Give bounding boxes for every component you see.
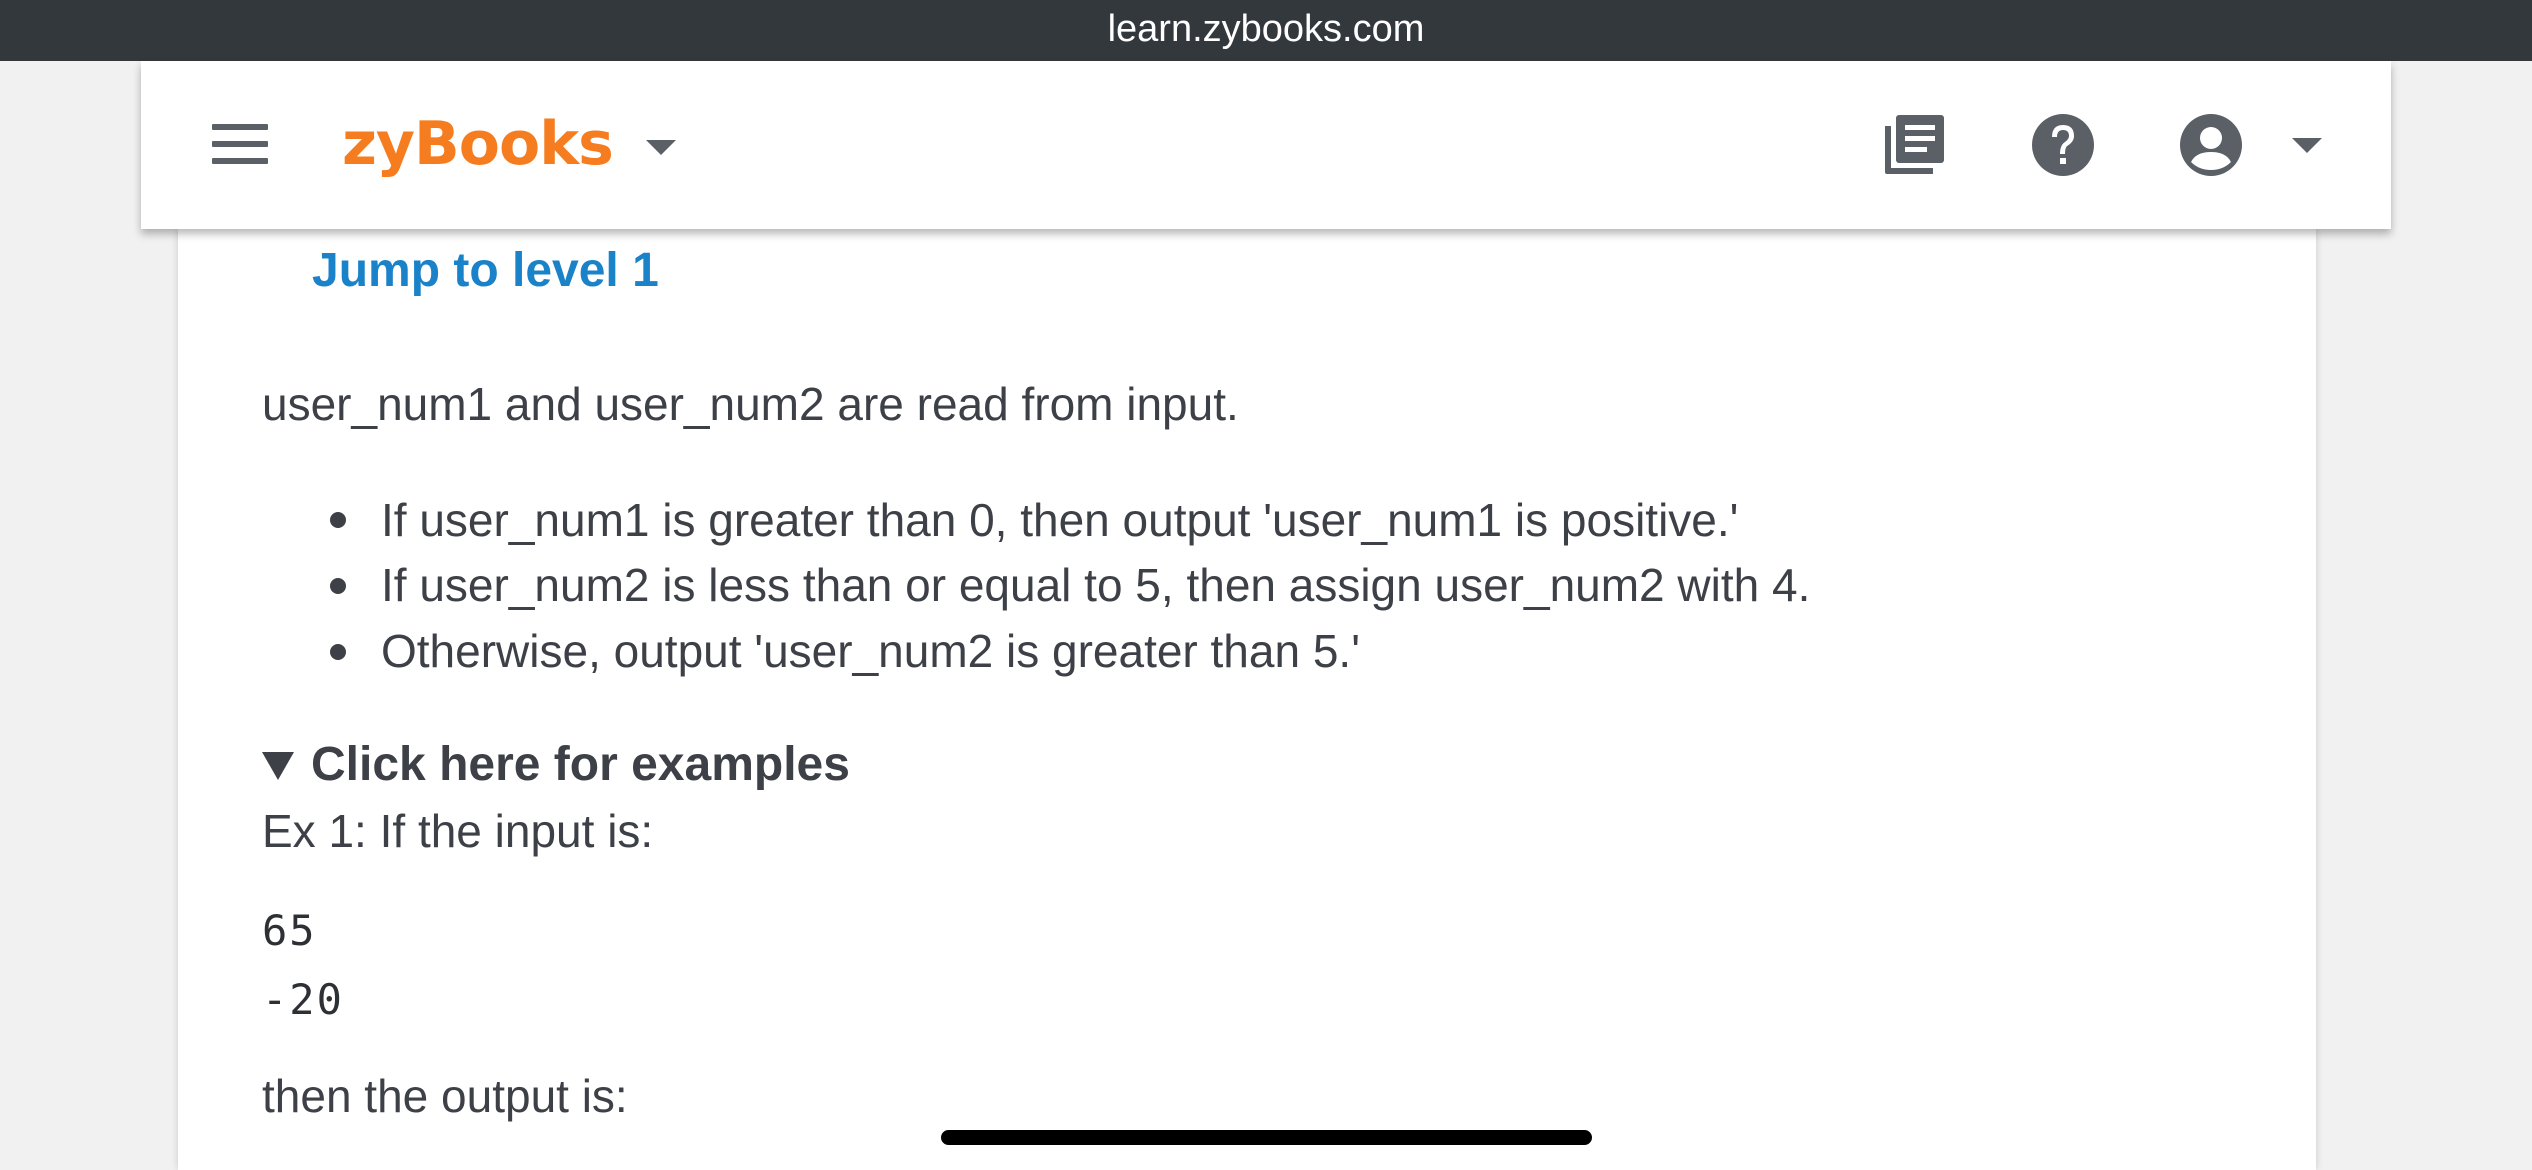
chevron-down-icon[interactable] (2292, 138, 2322, 153)
bullet-icon (330, 578, 346, 594)
list-item-text: If user_num2 is less than or equal to 5,… (381, 559, 1811, 611)
library-icon[interactable] (1879, 110, 1949, 180)
account-icon[interactable] (2178, 112, 2244, 178)
browser-url-bar[interactable]: learn.zybooks.com (0, 0, 2532, 61)
url-text[interactable]: learn.zybooks.com (1108, 8, 1425, 50)
bullet-icon (330, 644, 346, 660)
zybooks-logo[interactable]: zyBooks (342, 106, 614, 182)
example-intro-text: Ex 1: If the input is: (262, 805, 654, 857)
chevron-down-icon[interactable] (646, 140, 676, 155)
content-card (178, 229, 2316, 1170)
list-item-text: If user_num1 is greater than 0, then out… (381, 494, 1739, 546)
examples-toggle[interactable]: Click here for examples (262, 735, 850, 799)
triangle-down-icon[interactable] (262, 752, 294, 780)
home-indicator[interactable] (941, 1130, 1592, 1145)
help-icon[interactable] (2030, 112, 2096, 178)
examples-toggle-label[interactable]: Click here for examples (311, 735, 850, 795)
code-line: -20 (262, 975, 344, 1024)
menu-icon[interactable] (212, 124, 268, 164)
output-intro-text: then the output is: (262, 1070, 628, 1122)
bullet-icon (330, 512, 346, 528)
jump-to-level-link[interactable]: Jump to level 1 (312, 241, 659, 301)
intro-text: user_num1 and user_num2 are read from in… (262, 378, 1239, 430)
list-item-text: Otherwise, output 'user_num2 is greater … (381, 625, 1360, 677)
code-line: 65 (262, 906, 317, 955)
